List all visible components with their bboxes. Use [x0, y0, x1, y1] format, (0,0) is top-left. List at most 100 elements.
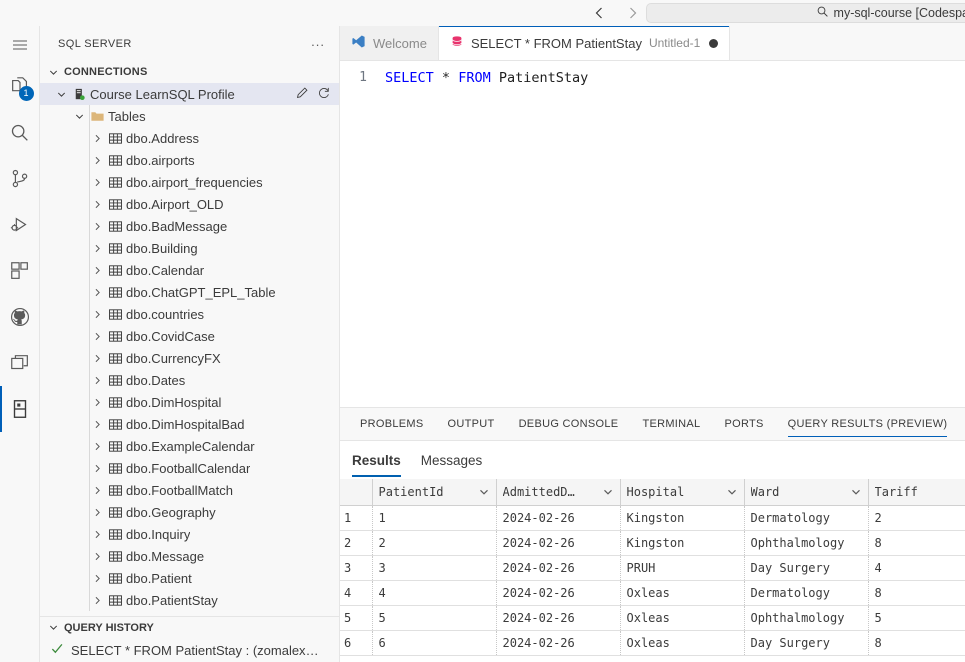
panel-tab[interactable]: PORTS — [712, 408, 775, 441]
command-center-search[interactable]: my-sql-course [Codespa — [646, 3, 965, 23]
extensions-icon[interactable] — [0, 248, 40, 294]
chevron-down-icon[interactable] — [72, 109, 86, 123]
panel-tab[interactable]: PROBLEMS — [340, 408, 436, 441]
table-row[interactable]: 1 1 2024-02-26 Kingston Dermatology 2 — [340, 505, 965, 531]
table-item[interactable]: dbo.PatientStay — [40, 589, 339, 611]
table-item[interactable]: dbo.FootballMatch — [40, 479, 339, 501]
table-row[interactable]: 5 5 2024-02-26 Oxleas Ophthalmology 5 — [340, 605, 965, 631]
chevron-right-icon[interactable] — [90, 373, 104, 387]
chevron-down-icon[interactable] — [726, 486, 738, 498]
chevron-right-icon[interactable] — [90, 593, 104, 607]
table-row[interactable]: 2 2 2024-02-26 Kingston Ophthalmology 8 — [340, 530, 965, 556]
table-item[interactable]: dbo.DimHospitalBad — [40, 413, 339, 435]
table-item[interactable]: dbo.airports — [40, 149, 339, 171]
chevron-right-icon[interactable] — [90, 505, 104, 519]
results-cell[interactable]: Oxleas — [620, 580, 745, 606]
table-item[interactable]: dbo.Address — [40, 127, 339, 149]
table-item[interactable]: dbo.ExampleCalendar — [40, 435, 339, 457]
tab-sql-query[interactable]: SELECT * FROM PatientStay Untitled-1 — [438, 26, 731, 60]
chevron-right-icon[interactable] — [90, 307, 104, 321]
search-icon[interactable] — [0, 110, 40, 156]
chevron-right-icon[interactable] — [90, 395, 104, 409]
refresh-icon[interactable] — [317, 86, 331, 103]
results-cell[interactable]: Ophthalmology — [744, 530, 869, 556]
results-cell[interactable]: 2024-02-26 — [496, 555, 621, 581]
sql-server-icon[interactable] — [0, 386, 40, 432]
results-cell[interactable]: 2 — [372, 530, 497, 556]
results-cell[interactable]: 2024-02-26 — [496, 580, 621, 606]
results-cell[interactable]: 2024-02-26 — [496, 630, 621, 656]
chevron-right-icon[interactable] — [90, 219, 104, 233]
chevron-right-icon[interactable] — [90, 241, 104, 255]
table-item[interactable]: dbo.Message — [40, 545, 339, 567]
results-cell[interactable]: 4 — [372, 580, 497, 606]
chevron-right-icon[interactable] — [90, 571, 104, 585]
results-column-header[interactable]: Ward — [744, 479, 869, 506]
section-query-history[interactable]: QUERY HISTORY — [40, 616, 339, 638]
chevron-down-icon[interactable] — [602, 486, 614, 498]
results-cell[interactable]: 6 — [372, 630, 497, 656]
table-item[interactable]: dbo.Patient — [40, 567, 339, 589]
results-cell[interactable]: Oxleas — [620, 630, 745, 656]
explorer-icon[interactable]: 1 — [0, 64, 40, 110]
chevron-right-icon[interactable] — [90, 351, 104, 365]
table-item[interactable]: dbo.Calendar — [40, 259, 339, 281]
table-item[interactable]: dbo.ChatGPT_EPL_Table — [40, 281, 339, 303]
table-item[interactable]: dbo.FootballCalendar — [40, 457, 339, 479]
table-row[interactable]: 3 3 2024-02-26 PRUH Day Surgery 4 — [340, 555, 965, 581]
results-column-header[interactable]: Hospital — [620, 479, 745, 506]
results-cell[interactable]: 2024-02-26 — [496, 530, 621, 556]
results-cell[interactable]: 1 — [372, 505, 497, 531]
results-cell[interactable]: 4 — [868, 555, 965, 581]
results-cell[interactable]: 2 — [868, 505, 965, 531]
chevron-right-icon[interactable] — [90, 285, 104, 299]
chevron-right-icon[interactable] — [90, 329, 104, 343]
table-item[interactable]: dbo.DimHospital — [40, 391, 339, 413]
pencil-icon[interactable] — [295, 86, 309, 103]
chevron-right-icon[interactable] — [90, 131, 104, 145]
chevron-down-icon[interactable] — [850, 486, 862, 498]
results-column-header[interactable]: PatientId — [372, 479, 497, 506]
results-cell[interactable]: 3 — [372, 555, 497, 581]
results-cell[interactable]: 8 — [868, 580, 965, 606]
table-item[interactable]: dbo.Geography — [40, 501, 339, 523]
results-cell[interactable]: 8 — [868, 630, 965, 656]
arrow-right-icon[interactable] — [624, 5, 640, 21]
remote-explorer-icon[interactable] — [0, 340, 40, 386]
run-and-debug-icon[interactable] — [0, 202, 40, 248]
arrow-left-icon[interactable] — [592, 5, 608, 21]
dirty-indicator-icon[interactable] — [709, 38, 719, 48]
chevron-right-icon[interactable] — [90, 175, 104, 189]
results-cell[interactable]: 8 — [868, 530, 965, 556]
chevron-down-icon[interactable] — [54, 87, 68, 101]
panel-tab[interactable]: TERMINAL — [630, 408, 712, 441]
more-actions-button[interactable]: ... — [311, 35, 325, 52]
table-row[interactable]: 4 4 2024-02-26 Oxleas Dermatology 8 — [340, 580, 965, 606]
results-cell[interactable]: Oxleas — [620, 605, 745, 631]
panel-tab[interactable]: DEBUG CONSOLE — [507, 408, 631, 441]
chevron-right-icon[interactable] — [90, 527, 104, 541]
panel-tab[interactable]: COMMENTS — [959, 408, 965, 441]
results-subtab[interactable]: Messages — [421, 441, 483, 479]
results-cell[interactable]: 5 — [868, 605, 965, 631]
results-cell[interactable]: PRUH — [620, 555, 745, 581]
results-cell[interactable]: Dermatology — [744, 505, 869, 531]
results-cell[interactable]: Ophthalmology — [744, 605, 869, 631]
table-item[interactable]: dbo.BadMessage — [40, 215, 339, 237]
results-cell[interactable]: 5 — [372, 605, 497, 631]
chevron-right-icon[interactable] — [90, 549, 104, 563]
chevron-right-icon[interactable] — [90, 461, 104, 475]
section-connections[interactable]: CONNECTIONS — [40, 61, 339, 83]
results-cell[interactable]: 2024-02-26 — [496, 505, 621, 531]
chevron-right-icon[interactable] — [90, 439, 104, 453]
query-results-grid[interactable]: PatientId AdmittedD… Hospital Ward Tariff 11… — [340, 479, 965, 662]
table-item[interactable]: dbo.countries — [40, 303, 339, 325]
results-cell[interactable]: Day Surgery — [744, 555, 869, 581]
chevron-right-icon[interactable] — [90, 417, 104, 431]
chevron-right-icon[interactable] — [90, 153, 104, 167]
table-item[interactable]: dbo.CurrencyFX — [40, 347, 339, 369]
results-cell[interactable]: Kingston — [620, 530, 745, 556]
chevron-right-icon[interactable] — [90, 263, 104, 277]
table-item[interactable]: dbo.CovidCase — [40, 325, 339, 347]
results-column-header[interactable]: Tariff — [868, 479, 965, 506]
